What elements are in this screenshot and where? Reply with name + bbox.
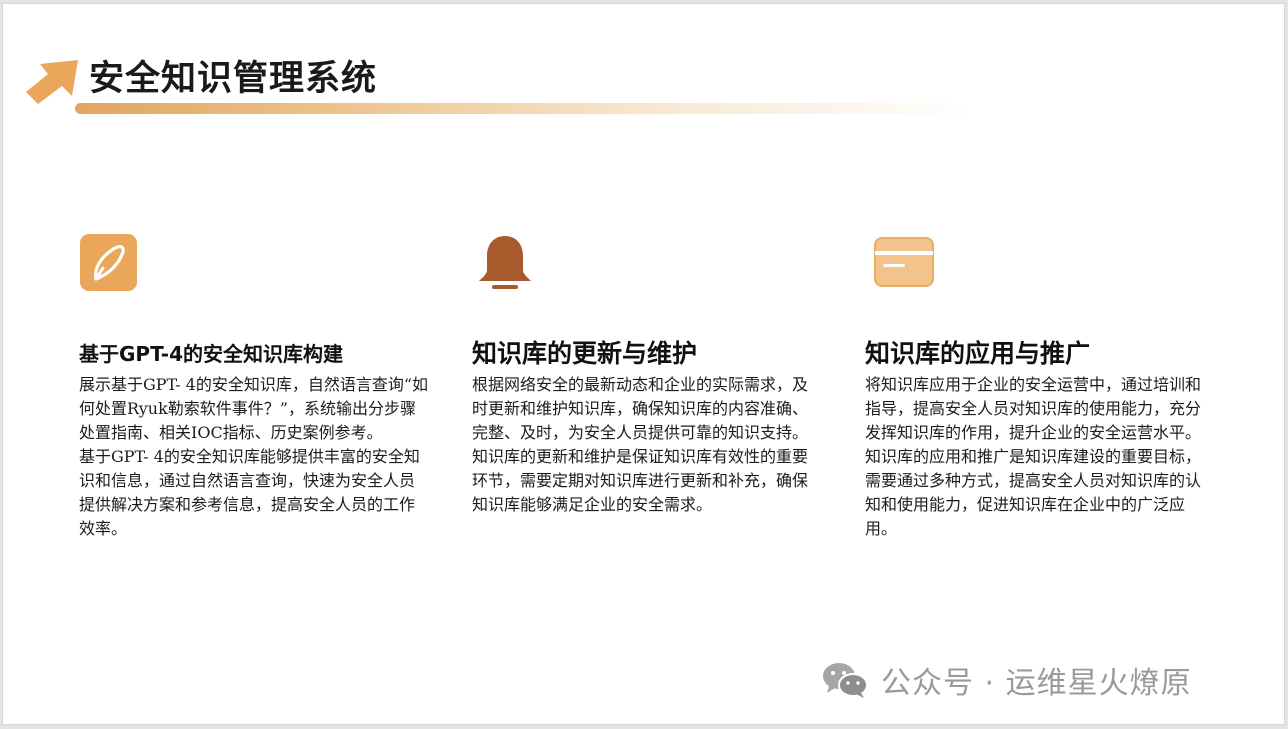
column-heading: 知识库的应用与推广	[865, 339, 1091, 368]
column-heading: 知识库的更新与维护	[472, 339, 698, 368]
column-paragraph: 知识库的应用和推广是知识库建设的重要目标，需要通过多种方式，提高安全人员对知识库…	[865, 447, 1202, 538]
column-paragraph: 基于GPT- 4的安全知识库能够提供丰富的安全知识和信息，通过自然语言查询，快速…	[79, 447, 420, 538]
column-heading: 基于GPT-4的安全知识库构建	[79, 342, 343, 366]
wechat-icon	[823, 663, 868, 698]
pencil-icon	[80, 234, 137, 291]
column-paragraph: 根据网络安全的最新动态和企业的实际需求，及时更新和维护知识库，确保知识库的内容准…	[472, 375, 809, 442]
column-body: 将知识库应用于企业的安全运营中，通过培训和指导，提高安全人员对知识库的使用能力，…	[865, 373, 1215, 541]
card-icon	[874, 237, 934, 287]
watermark-text: 公众号 · 运维星火燎原	[881, 666, 1192, 701]
arrow-icon	[26, 60, 78, 104]
title-underline	[75, 103, 975, 114]
watermark: 公众号 · 运维星火燎原	[821, 658, 1192, 702]
column-paragraph: 将知识库应用于企业的安全运营中，通过培训和指导，提高安全人员对知识库的使用能力，…	[865, 375, 1202, 442]
bell-icon	[479, 236, 531, 289]
slide: 安全知识管理系统 基于GPT-4的安全知识库构建 展示基于GPT- 4的安全知识…	[2, 3, 1285, 725]
column-paragraph: 知识库的更新和维护是保证知识库有效性的重要环节，需要定期对知识库进行更新和补充，…	[472, 447, 809, 514]
column-paragraph: 展示基于GPT- 4的安全知识库，自然语言查询“如何处置Ryuk勒索软件事件？”…	[79, 375, 429, 442]
page-title: 安全知识管理系统	[89, 59, 378, 99]
column-body: 展示基于GPT- 4的安全知识库，自然语言查询“如何处置Ryuk勒索软件事件？”…	[79, 373, 429, 541]
column-body: 根据网络安全的最新动态和企业的实际需求，及时更新和维护知识库，确保知识库的内容准…	[472, 373, 822, 517]
